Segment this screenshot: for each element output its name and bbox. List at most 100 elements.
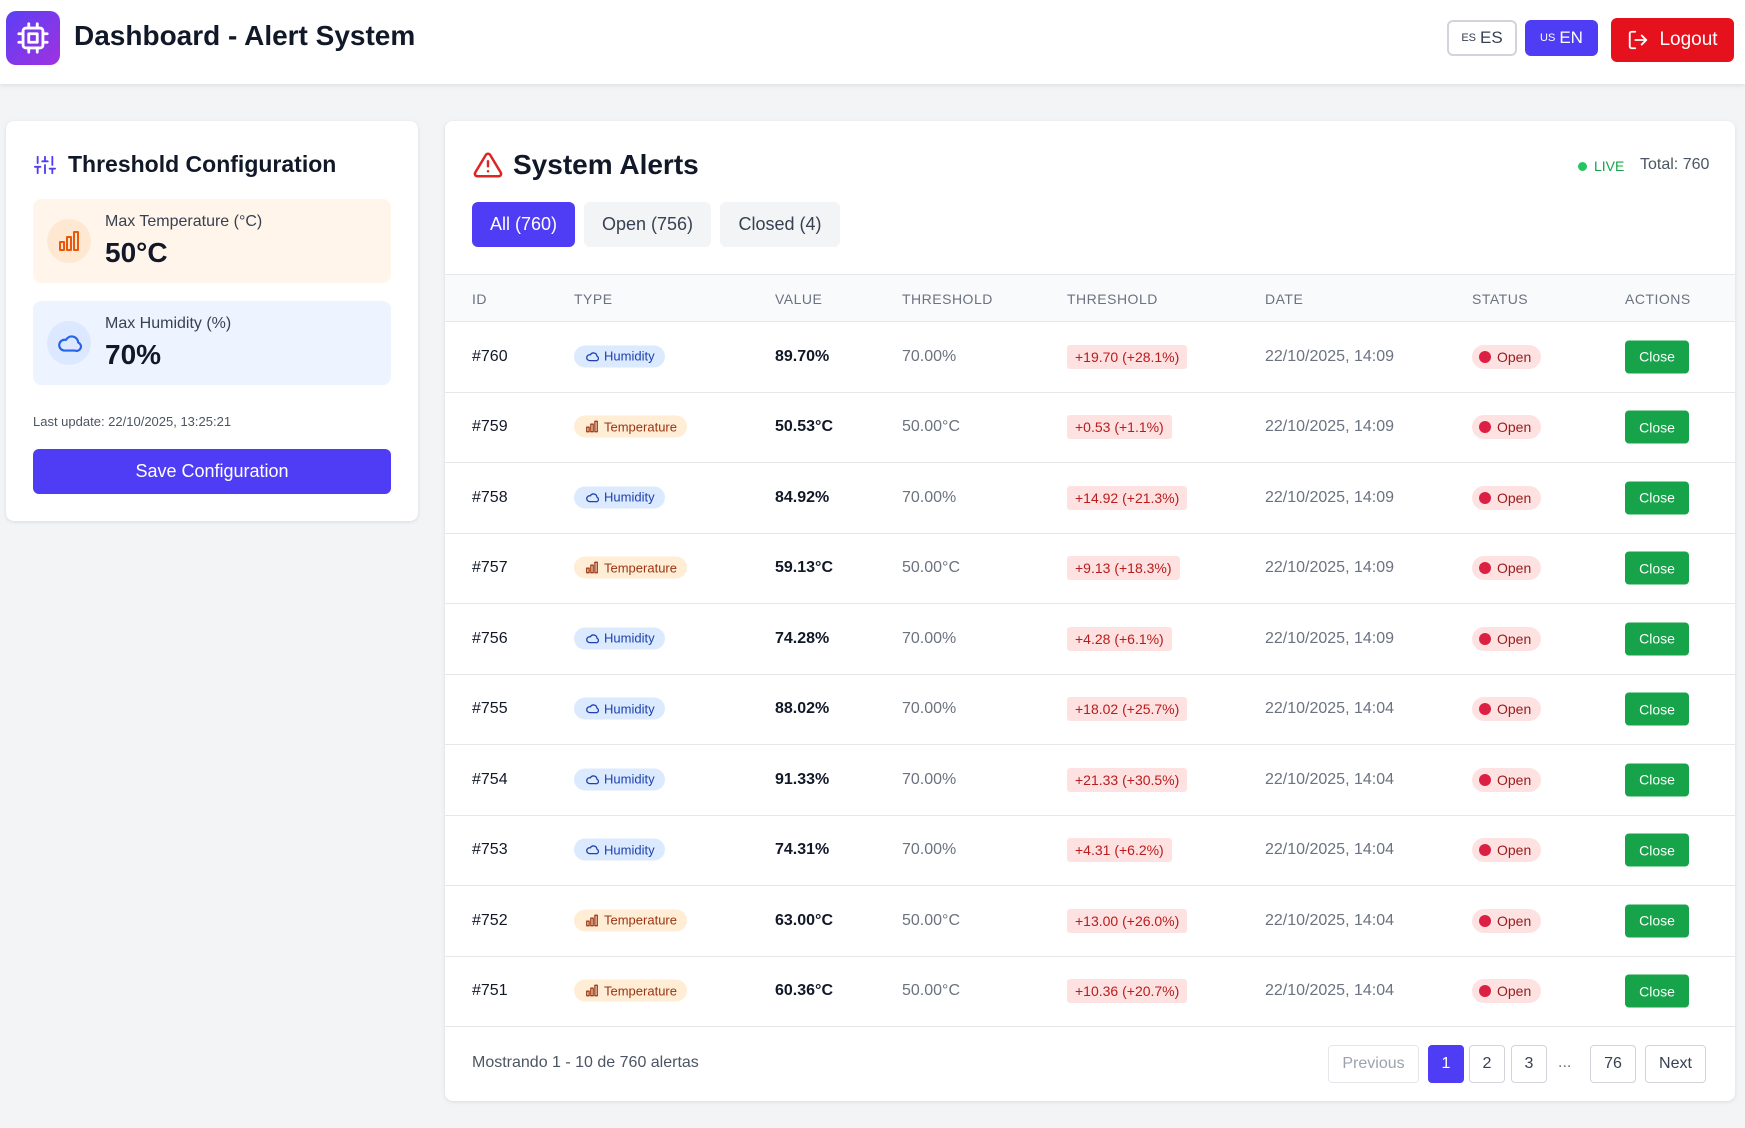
close-alert-button[interactable]: Close bbox=[1625, 692, 1689, 726]
status-badge: Open bbox=[1472, 556, 1542, 581]
close-alert-button[interactable]: Close bbox=[1625, 833, 1689, 867]
status-label: Open bbox=[1497, 842, 1532, 859]
threshold-difference-badge: +4.28 (+6.1%) bbox=[1067, 626, 1172, 651]
top-header: Dashboard - Alert System ES ES US EN Log… bbox=[0, 0, 1745, 84]
status-label: Open bbox=[1497, 560, 1532, 577]
alert-date: 22/10/2025, 14:04 bbox=[1265, 982, 1395, 1000]
status-badge: Open bbox=[1472, 767, 1542, 792]
table-row: #755 Humidity 88.02% 70.00% +18.02 (+25.7%) 2… bbox=[445, 675, 1735, 745]
status-badge: Open bbox=[1472, 626, 1542, 651]
column-header-value[interactable]: VALUE bbox=[775, 291, 822, 307]
column-header-id[interactable]: ID bbox=[472, 291, 487, 307]
max-humidity-label: Max Humidity (%) bbox=[105, 315, 232, 332]
type-label: Temperature bbox=[604, 560, 677, 576]
alert-date: 22/10/2025, 14:04 bbox=[1265, 841, 1395, 859]
column-header-type[interactable]: TYPE bbox=[574, 291, 613, 307]
status-dot-icon bbox=[1479, 562, 1491, 575]
tab-all[interactable]: All (760) bbox=[472, 202, 575, 247]
alert-value: 74.31% bbox=[775, 841, 830, 859]
status-dot-icon bbox=[1479, 985, 1491, 998]
language-es-button[interactable]: ES ES bbox=[1447, 20, 1517, 56]
close-alert-button[interactable]: Close bbox=[1625, 622, 1689, 656]
status-label: Open bbox=[1497, 348, 1532, 365]
alert-id: #758 bbox=[472, 488, 508, 506]
alert-threshold: 70.00% bbox=[902, 629, 957, 647]
status-dot-icon bbox=[1479, 914, 1491, 927]
system-alerts-card: System Alerts LIVE Total: 760 All (760) … bbox=[445, 121, 1735, 1101]
threshold-difference-badge: +13.00 (+26.0%) bbox=[1067, 908, 1188, 933]
column-header-date[interactable]: DATE bbox=[1265, 291, 1303, 307]
live-dot-icon bbox=[1578, 161, 1587, 171]
table-row: #751 Temperature 60.36°C 50.00°C +10.36 (+20… bbox=[445, 957, 1735, 1027]
status-label: Open bbox=[1497, 912, 1532, 929]
alert-id: #754 bbox=[472, 770, 508, 788]
table-row: #758 Humidity 84.92% 70.00% +14.92 (+21.3%) 2… bbox=[445, 463, 1735, 534]
type-label: Temperature bbox=[604, 419, 677, 435]
close-alert-button[interactable]: Close bbox=[1625, 763, 1689, 797]
page-3-button[interactable]: 3 bbox=[1511, 1045, 1547, 1083]
save-configuration-button[interactable]: Save Configuration bbox=[33, 449, 391, 494]
close-alert-button[interactable]: Close bbox=[1625, 551, 1689, 585]
status-label: Open bbox=[1497, 701, 1532, 718]
close-alert-button[interactable]: Close bbox=[1625, 974, 1689, 1008]
page-2-button[interactable]: 2 bbox=[1469, 1045, 1505, 1083]
sliders-icon bbox=[34, 155, 56, 174]
table-row: #759 Temperature 50.53°C 50.00°C +0.53 (+1.1… bbox=[445, 393, 1735, 463]
config-heading: Threshold Configuration bbox=[34, 151, 336, 178]
status-badge: Open bbox=[1472, 485, 1542, 510]
chip-icon bbox=[6, 11, 60, 65]
type-label: Humidity bbox=[604, 348, 655, 364]
max-humidity-value: 70% bbox=[105, 339, 162, 370]
close-alert-button[interactable]: Close bbox=[1625, 340, 1689, 374]
alert-id: #757 bbox=[472, 559, 508, 577]
close-alert-button[interactable]: Close bbox=[1625, 410, 1689, 444]
status-dot-icon bbox=[1479, 773, 1491, 786]
threshold-difference-badge: +14.92 (+21.3%) bbox=[1067, 485, 1188, 510]
close-alert-button[interactable]: Close bbox=[1625, 481, 1689, 515]
alerts-table-body: #760 Humidity 89.70% 70.00% +19.70 (+28.1%) 2… bbox=[445, 322, 1735, 1027]
logout-button[interactable]: Logout bbox=[1611, 18, 1734, 62]
max-temperature-box: Max Temperature (°C) 50°C bbox=[33, 199, 391, 283]
page-1-button[interactable]: 1 bbox=[1428, 1045, 1464, 1083]
tab-open[interactable]: Open (756) bbox=[584, 202, 711, 247]
es-flag-icon: ES bbox=[1461, 32, 1476, 44]
alert-threshold: 70.00% bbox=[902, 347, 957, 365]
alert-value: 84.92% bbox=[775, 488, 830, 506]
status-badge: Open bbox=[1472, 838, 1542, 863]
config-title: Threshold Configuration bbox=[68, 151, 337, 177]
logout-icon bbox=[1629, 30, 1648, 50]
alert-id: #756 bbox=[472, 629, 508, 647]
threshold-difference-badge: +10.36 (+20.7%) bbox=[1067, 979, 1188, 1004]
alert-date: 22/10/2025, 14:09 bbox=[1265, 488, 1395, 506]
alert-id: #752 bbox=[472, 911, 508, 929]
column-header-actions[interactable]: ACTIONS bbox=[1625, 291, 1691, 307]
alert-value: 50.53°C bbox=[775, 418, 833, 436]
table-row: #757 Temperature 59.13°C 50.00°C +9.13 (+18.… bbox=[445, 534, 1735, 604]
tab-closed[interactable]: Closed (4) bbox=[720, 202, 840, 247]
alert-id: #755 bbox=[472, 700, 508, 718]
logout-label: Logout bbox=[1659, 29, 1718, 50]
status-dot-icon bbox=[1479, 632, 1491, 645]
status-dot-icon bbox=[1479, 421, 1491, 434]
status-dot-icon bbox=[1479, 350, 1491, 363]
alert-id: #759 bbox=[472, 418, 508, 436]
page-76-button[interactable]: 76 bbox=[1590, 1045, 1636, 1083]
type-label: Humidity bbox=[604, 842, 655, 858]
alert-threshold: 50.00°C bbox=[902, 911, 960, 929]
table-row: #756 Humidity 74.28% 70.00% +4.28 (+6.1%) 22/… bbox=[445, 604, 1735, 675]
column-header-threshold[interactable]: THRESHOLD bbox=[902, 291, 993, 307]
column-header-difference[interactable]: THRESHOLD bbox=[1067, 291, 1158, 307]
status-badge: Open bbox=[1472, 908, 1542, 933]
max-temperature-value: 50°C bbox=[105, 237, 168, 268]
alert-threshold: 50.00°C bbox=[902, 559, 960, 577]
alert-threshold: 50.00°C bbox=[902, 418, 960, 436]
alert-threshold: 70.00% bbox=[902, 488, 957, 506]
alert-value: 88.02% bbox=[775, 700, 830, 718]
previous-page-button[interactable]: Previous bbox=[1328, 1045, 1419, 1083]
close-alert-button[interactable]: Close bbox=[1625, 904, 1689, 938]
next-page-button[interactable]: Next bbox=[1645, 1045, 1706, 1083]
type-badge: Humidity bbox=[574, 627, 665, 650]
language-en-button[interactable]: US EN bbox=[1525, 20, 1598, 56]
alert-threshold: 70.00% bbox=[902, 841, 957, 859]
column-header-status[interactable]: STATUS bbox=[1472, 291, 1528, 307]
